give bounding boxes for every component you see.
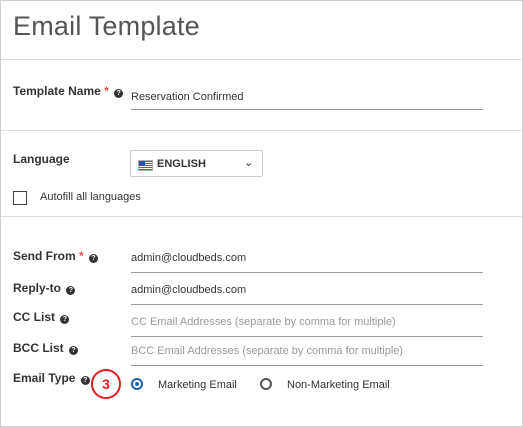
cc-list-input[interactable]: CC Email Addresses (separate by comma fo… (131, 316, 483, 337)
required-marker: * (104, 84, 109, 98)
reply-to-input[interactable]: admin@cloudbeds.com (131, 284, 483, 305)
email-type-label: Email Type ? (13, 371, 90, 385)
reply-to-value: admin@cloudbeds.com (131, 284, 247, 296)
help-icon[interactable]: ? (80, 376, 90, 385)
email-template-panel: Email Template Template Name * ? Reserva… (0, 0, 523, 427)
autofill-checkbox[interactable] (13, 191, 27, 205)
bcc-list-label: BCC List ? (13, 341, 79, 355)
non-marketing-email-label[interactable]: Non-Marketing Email (287, 379, 390, 391)
send-from-label-text: Send From (13, 249, 76, 263)
cc-list-placeholder: CC Email Addresses (separate by comma fo… (131, 316, 396, 328)
page-title: Email Template (13, 11, 200, 41)
divider (1, 216, 522, 217)
flag-canton (139, 161, 145, 166)
language-label-text: Language (13, 152, 70, 166)
template-name-label: Template Name * ? (13, 84, 124, 98)
divider (1, 130, 522, 131)
template-name-input[interactable]: Reservation Confirmed (131, 91, 483, 110)
autofill-label: Autofill all languages (40, 191, 141, 203)
send-from-input[interactable]: admin@cloudbeds.com (131, 252, 483, 273)
language-label: Language (13, 152, 70, 166)
language-select[interactable]: ENGLISH ⌄ (130, 150, 263, 177)
marketing-email-radio[interactable] (131, 378, 143, 390)
marketing-email-label[interactable]: Marketing Email (158, 379, 237, 391)
help-icon[interactable]: ? (114, 89, 124, 98)
template-name-label-text: Template Name (13, 84, 101, 98)
bcc-list-input[interactable]: BCC Email Addresses (separate by comma f… (131, 345, 483, 366)
help-icon[interactable]: ? (89, 254, 99, 263)
help-icon[interactable]: ? (60, 315, 70, 324)
us-flag-icon (138, 160, 153, 171)
reply-to-label-text: Reply-to (13, 281, 61, 295)
help-icon[interactable]: ? (66, 286, 76, 295)
non-marketing-email-radio[interactable] (260, 378, 272, 390)
cc-list-label: CC List ? (13, 310, 70, 324)
divider (1, 59, 522, 60)
template-name-value: Reservation Confirmed (131, 91, 244, 103)
help-icon[interactable]: ? (69, 346, 79, 355)
required-marker: * (79, 249, 84, 263)
cc-list-label-text: CC List (13, 310, 55, 324)
bcc-list-placeholder: BCC Email Addresses (separate by comma f… (131, 345, 404, 357)
send-from-label: Send From * ? (13, 249, 99, 263)
step-number-badge: 3 (91, 369, 121, 399)
bcc-list-label-text: BCC List (13, 341, 64, 355)
radio-selected-dot (135, 382, 139, 386)
email-type-label-text: Email Type (13, 371, 76, 385)
language-selected-value: ENGLISH (157, 158, 206, 170)
reply-to-label: Reply-to ? (13, 281, 76, 295)
chevron-down-icon: ⌄ (244, 157, 254, 169)
send-from-value: admin@cloudbeds.com (131, 252, 247, 264)
